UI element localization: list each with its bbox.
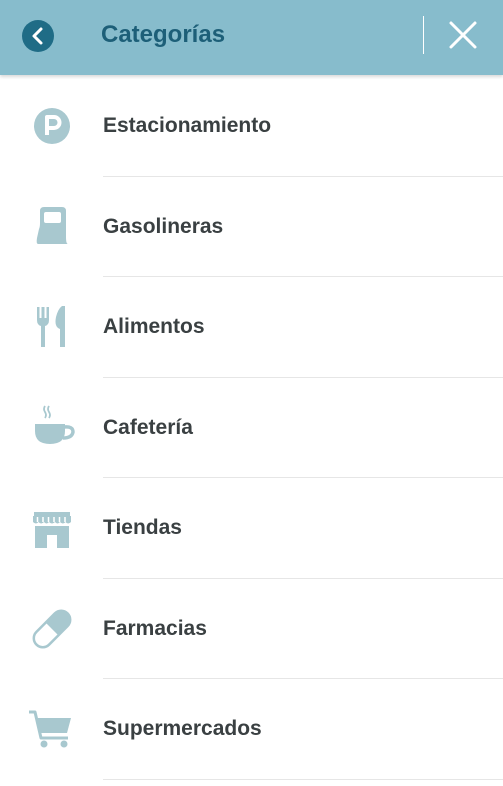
category-item-cafeteria[interactable]: Cafetería: [0, 378, 503, 478]
category-label: Tiendas: [103, 516, 182, 539]
category-item-estacionamiento[interactable]: Estacionamiento: [0, 76, 503, 177]
close-button[interactable]: [444, 18, 482, 54]
category-label: Gasolineras: [103, 214, 224, 238]
separator: [103, 778, 503, 780]
back-button[interactable]: [22, 20, 54, 52]
header-divider: [423, 16, 424, 54]
page-title: Categorías: [101, 21, 226, 48]
category-list: Estacionamiento Gasolineras Alimentos Ca…: [0, 76, 503, 780]
parking-icon: [34, 108, 70, 144]
category-label: Supermercados: [103, 717, 262, 740]
shopping-cart-icon: [29, 710, 71, 748]
header-bar: Categorías: [0, 0, 503, 75]
category-label: Alimentos: [103, 315, 205, 338]
category-item-alimentos[interactable]: Alimentos: [0, 277, 503, 378]
category-item-tiendas[interactable]: Tiendas: [0, 478, 503, 579]
category-item-gasolineras[interactable]: Gasolineras: [0, 177, 503, 277]
storefront-icon: [33, 512, 71, 548]
fork-knife-icon: [37, 306, 65, 347]
chevron-left-icon: [32, 27, 43, 45]
category-item-farmacias[interactable]: Farmacias: [0, 579, 503, 679]
category-item-supermercados[interactable]: Supermercados: [0, 679, 503, 780]
coffee-cup-icon: [35, 405, 75, 444]
category-label: Estacionamiento: [103, 114, 272, 137]
category-label: Farmacias: [103, 616, 207, 640]
pill-icon: [32, 609, 72, 648]
close-icon: [449, 21, 477, 49]
gas-pump-icon: [36, 206, 68, 244]
category-label: Cafetería: [103, 415, 193, 439]
